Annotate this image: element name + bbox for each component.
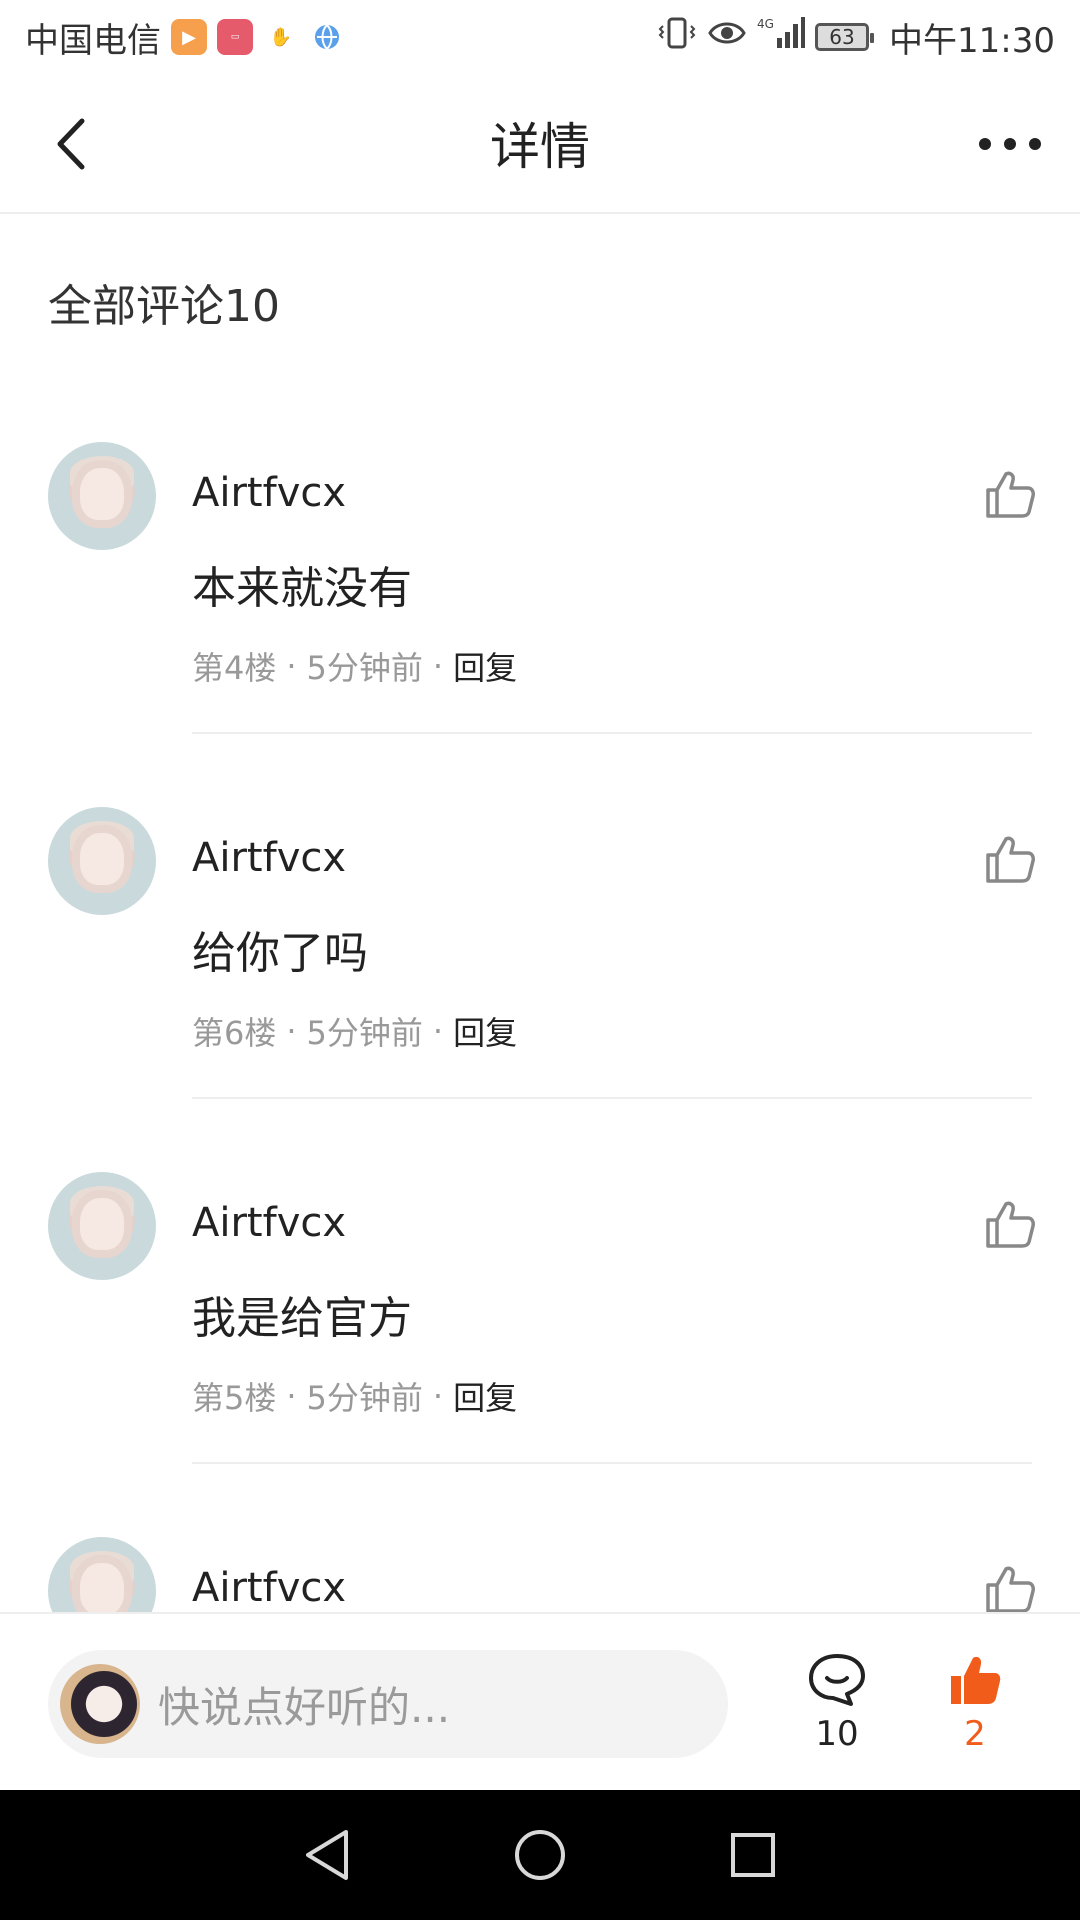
comment-input[interactable]: 快说点好听的... — [48, 1650, 728, 1758]
video-app-icon: ▶ — [171, 19, 207, 55]
more-button[interactable] — [970, 114, 1050, 174]
separator-dot: · — [286, 1012, 297, 1050]
like-button[interactable] — [984, 468, 1036, 520]
comment-username[interactable]: Airtfvcx — [192, 835, 346, 881]
page-title: 详情 — [490, 118, 590, 176]
divider — [192, 1097, 1032, 1099]
thumbs-up-outline-icon — [986, 836, 1035, 883]
separator-dot: · — [432, 1012, 444, 1050]
status-left: 中国电信 ▶ ▭ ✋ — [25, 13, 345, 62]
header: 详情 — [0, 74, 1080, 214]
avatar[interactable] — [48, 442, 156, 550]
comment-time: 5分钟前 — [306, 649, 423, 687]
network-type-label: 4G — [757, 17, 774, 31]
comment-floor: 第4楼 — [192, 649, 277, 687]
comment-item: Airtfvcx 给你了吗 第6楼 · 5分钟前 · 回复 — [0, 805, 1080, 1170]
comment-floor: 第5楼 — [192, 1379, 277, 1417]
input-placeholder: 快说点好听的... — [158, 1682, 451, 1732]
thumbs-up-outline-icon — [986, 471, 1035, 518]
comments-count-button[interactable]: 10 — [797, 1652, 877, 1754]
like-button[interactable] — [984, 833, 1036, 885]
like-count-button[interactable]: 2 — [935, 1652, 1015, 1754]
separator-dot: · — [432, 1377, 444, 1415]
thumbs-up-outline-icon — [986, 1566, 1035, 1612]
separator-dot: · — [432, 647, 444, 685]
clock: 中午11:30 — [889, 20, 1055, 61]
comment-meta: 第4楼 · 5分钟前 · 回复 — [192, 643, 517, 689]
thumbs-up-outline-icon — [986, 1201, 1035, 1248]
comment-meta: 第5楼 · 5分钟前 · 回复 — [192, 1373, 517, 1419]
back-button[interactable] — [40, 114, 100, 174]
nav-home-button[interactable] — [510, 1825, 570, 1885]
status-right: 4G 63 中午11:30 — [657, 13, 1055, 62]
comments-heading: 全部评论10 — [48, 281, 280, 332]
comment-time: 5分钟前 — [306, 1379, 423, 1417]
chat-bubble-icon — [809, 1654, 865, 1706]
divider — [192, 1462, 1032, 1464]
reply-button[interactable]: 回复 — [453, 643, 517, 689]
comment-item: Airtfvcx 本来就没有 第4楼 · 5分钟前 · 回复 — [0, 440, 1080, 805]
nav-recents-button[interactable] — [723, 1825, 783, 1885]
comment-text: 给你了吗 — [192, 928, 368, 979]
browser-icon — [309, 19, 345, 55]
reply-button[interactable]: 回复 — [453, 1008, 517, 1054]
circle-home-icon — [514, 1830, 565, 1880]
comment-meta: 第6楼 · 5分钟前 · 回复 — [192, 1008, 517, 1054]
comment-item: Airtfvcx 我是给官方 第5楼 · 5分钟前 · 回复 — [0, 1170, 1080, 1535]
separator-dot: · — [286, 647, 297, 685]
comment-time: 5分钟前 — [306, 1014, 423, 1052]
divider — [192, 732, 1032, 734]
triangle-back-icon — [305, 1830, 348, 1880]
separator-dot: · — [286, 1377, 297, 1415]
avatar[interactable] — [48, 1172, 156, 1280]
avatar[interactable] — [48, 1537, 156, 1612]
appgallery-icon: ▭ — [217, 19, 253, 55]
carrier-label: 中国电信 — [25, 20, 161, 61]
thumbs-up-filled-icon — [951, 1656, 1001, 1704]
battery-icon: 63 — [815, 23, 875, 51]
vibrate-icon — [657, 16, 697, 59]
reply-button[interactable]: 回复 — [453, 1373, 517, 1419]
avatar[interactable] — [48, 807, 156, 915]
comment-username[interactable]: Airtfvcx — [192, 1200, 346, 1246]
comment-username[interactable]: Airtfvcx — [192, 1565, 346, 1611]
comment-username[interactable]: Airtfvcx — [192, 470, 346, 516]
back-arrow-icon — [57, 118, 85, 170]
comment-text: 本来就没有 — [192, 563, 412, 614]
square-recents-icon — [731, 1833, 776, 1877]
comment-text: 我是给官方 — [192, 1293, 412, 1344]
signal-icon: 4G — [757, 16, 806, 59]
status-bar: 中国电信 ▶ ▭ ✋ 4G 63 中午11:30 — [0, 0, 1080, 74]
comments-list[interactable]: Airtfvcx 本来就没有 第4楼 · 5分钟前 · 回复 Airtfvcx … — [0, 440, 1080, 1612]
comment-count: 10 — [815, 1714, 859, 1754]
more-dots-icon — [979, 138, 1041, 150]
like-button[interactable] — [984, 1563, 1036, 1612]
system-nav-bar — [0, 1790, 1080, 1920]
eye-comfort-icon — [707, 17, 747, 57]
hand-icon: ✋ — [269, 26, 293, 48]
user-avatar — [60, 1664, 140, 1744]
comment-item: Airtfvcx — [0, 1535, 1080, 1612]
comment-floor: 第6楼 — [192, 1014, 277, 1052]
battery-level: 63 — [829, 25, 855, 49]
bottom-action-bar: 快说点好听的... 10 2 — [0, 1612, 1080, 1790]
nav-back-button[interactable] — [297, 1825, 357, 1885]
like-button[interactable] — [984, 1198, 1036, 1250]
like-count: 2 — [964, 1714, 986, 1754]
